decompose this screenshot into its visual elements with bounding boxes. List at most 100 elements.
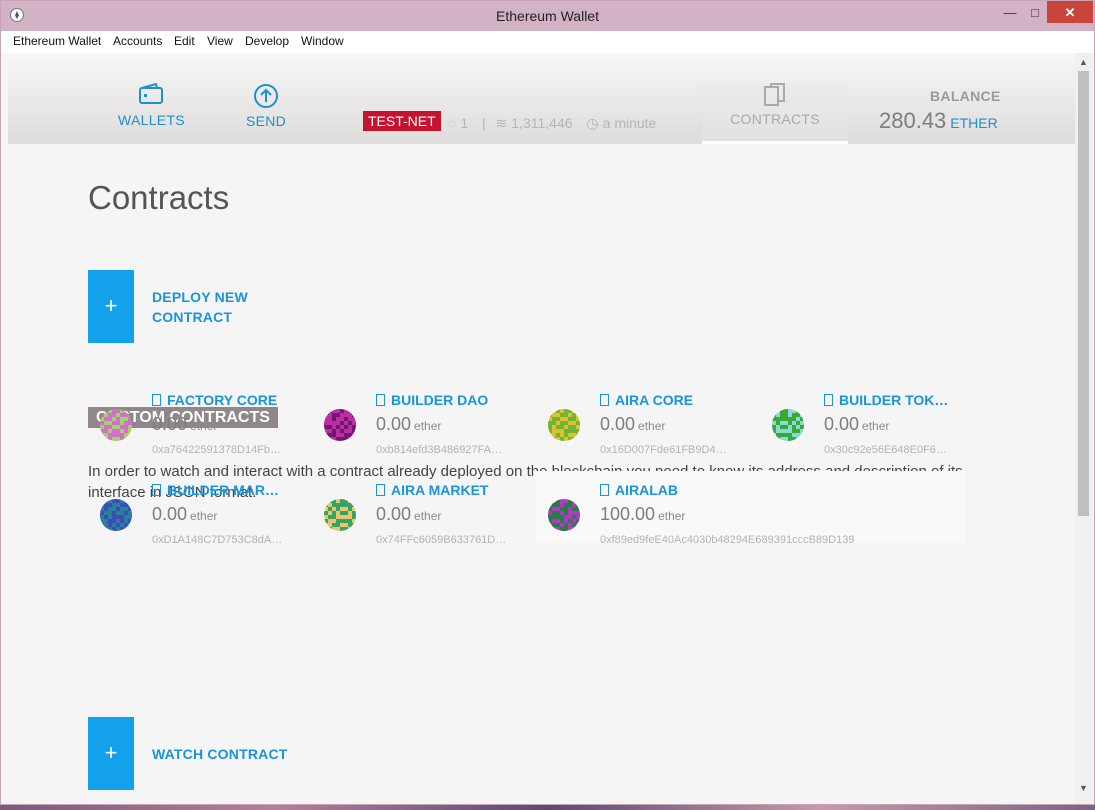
document-icon xyxy=(152,484,161,496)
block-icon: ≋ xyxy=(495,115,508,131)
contract-name-text: BUILDER DAO xyxy=(391,392,489,408)
menu-edit[interactable]: Edit xyxy=(174,34,195,48)
document-icon xyxy=(376,394,385,406)
contract-balance-value: 0.00 xyxy=(376,504,412,524)
contract-card[interactable]: FACTORY CORE 0.00 ether 0xa76422591378D14Fb… xyxy=(88,381,308,456)
desktop-background-strip xyxy=(0,805,1095,810)
contract-name[interactable]: BUILDER MAR… xyxy=(152,482,279,498)
contract-card[interactable]: BUILDER MAR… 0.00 ether 0xD1A148C7D753C8dA… xyxy=(88,471,308,546)
document-icon xyxy=(824,394,833,406)
peers-icon: ◌ xyxy=(448,115,457,131)
contract-name[interactable]: AIRA CORE xyxy=(600,392,693,408)
stats-separator: | xyxy=(482,115,486,131)
contract-balance-unit: ether xyxy=(414,419,442,433)
contract-balance: 0.00 ether xyxy=(376,414,441,435)
scroll-up-arrow-icon[interactable]: ▲ xyxy=(1079,57,1088,67)
contract-balance-unit: ether xyxy=(414,509,442,523)
close-button[interactable]: ✕ xyxy=(1047,1,1093,23)
maximize-button[interactable]: □ xyxy=(1022,1,1048,23)
document-icon xyxy=(600,394,609,406)
contract-balance-unit: ether xyxy=(862,419,890,433)
contract-address: 0xD1A148C7D753C8dA… xyxy=(152,534,283,546)
contract-balance-value: 0.00 xyxy=(152,414,188,434)
balance-unit: ETHER xyxy=(950,115,998,131)
contract-card[interactable]: AIRALAB 100.00 ether 0xf89ed9feE40Ac4030b48… xyxy=(536,471,966,546)
contract-address: 0xf89ed9feE40Ac4030b48294E689391cccB89D1… xyxy=(600,534,855,546)
tab-wallets[interactable]: WALLETS xyxy=(118,82,185,128)
wallet-icon xyxy=(139,82,163,104)
contract-balance-unit: ether xyxy=(638,419,666,433)
contract-name[interactable]: FACTORY CORE xyxy=(152,392,277,408)
document-icon xyxy=(152,394,161,406)
contract-address: 0x30c92e56E648E0F6… xyxy=(824,444,947,456)
contract-identicon-icon xyxy=(548,499,580,531)
block-number: 1,311,446 xyxy=(511,115,573,131)
deploy-label-line1: DEPLOY NEW xyxy=(152,289,248,305)
contract-card[interactable]: BUILDER DAO 0.00 ether 0xb814efd3B486927FA… xyxy=(312,381,532,456)
balance-display: 280.43 ETHER xyxy=(879,108,998,134)
contract-balance: 0.00 ether xyxy=(152,504,217,525)
contract-identicon-icon xyxy=(324,409,356,441)
menu-accounts[interactable]: Accounts xyxy=(113,34,162,48)
contract-balance-unit: ether xyxy=(190,419,218,433)
contract-balance-value: 100.00 xyxy=(600,504,656,524)
network-stats: ◌ 1 | ≋ 1,311,446 ◷ a minute xyxy=(448,115,660,132)
contract-name[interactable]: AIRALAB xyxy=(600,482,678,498)
contract-name-text: AIRALAB xyxy=(615,482,678,498)
menu-ethereum-wallet[interactable]: Ethereum Wallet xyxy=(13,34,101,48)
contract-address: 0x16D007Fde61FB9D4… xyxy=(600,444,727,456)
contract-balance-value: 0.00 xyxy=(376,414,412,434)
scrollbar-thumb[interactable] xyxy=(1078,71,1089,516)
contract-balance-value: 0.00 xyxy=(824,414,860,434)
menu-develop[interactable]: Develop xyxy=(245,34,289,48)
deploy-plus-button[interactable]: + xyxy=(88,270,134,343)
menu-window[interactable]: Window xyxy=(301,34,344,48)
watch-contract-link[interactable]: WATCH CONTRACT xyxy=(152,744,288,764)
title-bar: Ethereum Wallet — □ ✕ xyxy=(1,1,1094,31)
contracts-icon xyxy=(764,83,785,106)
contract-name[interactable]: AIRA MARKET xyxy=(376,482,488,498)
balance-label: BALANCE xyxy=(930,88,1001,104)
contract-card[interactable]: AIRA CORE 0.00 ether 0x16D007Fde61FB9D4… xyxy=(536,381,756,456)
contract-identicon-icon xyxy=(548,409,580,441)
tab-send[interactable]: SEND xyxy=(238,83,294,129)
tab-contracts[interactable]: CONTRACTS xyxy=(702,83,848,144)
network-badge: TEST-NET xyxy=(363,111,441,131)
contract-address: 0x74FFc6059B633761D… xyxy=(376,534,507,546)
vertical-scrollbar[interactable]: ▲ ▼ xyxy=(1075,53,1093,804)
contract-balance: 0.00 ether xyxy=(600,414,665,435)
app-window: Ethereum Wallet — □ ✕ Ethereum Wallet Ac… xyxy=(0,0,1095,805)
minimize-button[interactable]: — xyxy=(997,1,1023,23)
contract-name-text: BUILDER MAR… xyxy=(167,482,279,498)
tab-wallets-label: WALLETS xyxy=(118,112,185,128)
contract-card[interactable]: AIRA MARKET 0.00 ether 0x74FFc6059B633761D… xyxy=(312,471,532,546)
watch-plus-button[interactable]: + xyxy=(88,717,134,790)
contract-name-text: AIRA CORE xyxy=(615,392,694,408)
deploy-new-contract-link[interactable]: DEPLOY NEW CONTRACT xyxy=(152,287,248,327)
peer-count: 1 xyxy=(460,115,469,131)
contract-name[interactable]: BUILDER DAO xyxy=(376,392,488,408)
contract-name-text: FACTORY CORE xyxy=(167,392,278,408)
menu-view[interactable]: View xyxy=(207,34,233,48)
contract-balance-unit: ether xyxy=(658,509,686,523)
contract-balance-unit: ether xyxy=(190,509,218,523)
tab-contracts-label: CONTRACTS xyxy=(730,111,820,127)
contract-balance-value: 0.00 xyxy=(152,504,188,524)
contract-card[interactable]: BUILDER TOK… 0.00 ether 0x30c92e56E648E0F6… xyxy=(760,381,980,456)
window-title: Ethereum Wallet xyxy=(496,8,599,24)
contract-address: 0xa76422591378D14Fb… xyxy=(152,444,282,456)
balance-amount: 280.43 xyxy=(879,108,947,133)
document-icon xyxy=(600,484,609,496)
contract-name-text: BUILDER TOK… xyxy=(839,392,949,408)
last-block-time: a minute xyxy=(602,115,657,131)
contract-name[interactable]: BUILDER TOK… xyxy=(824,392,948,408)
contract-identicon-icon xyxy=(772,409,804,441)
send-arrow-icon xyxy=(254,84,278,108)
scroll-down-arrow-icon[interactable]: ▼ xyxy=(1079,783,1088,793)
contract-name-text: AIRA MARKET xyxy=(391,482,489,498)
contract-address: 0xb814efd3B486927FA… xyxy=(376,444,502,456)
contract-balance-value: 0.00 xyxy=(600,414,636,434)
app-header: WALLETS SEND TEST-NET ◌ 1 | ≋ 1,311,446 ◷ a… xyxy=(8,53,1075,144)
contract-balance: 0.00 ether xyxy=(824,414,889,435)
tab-send-label: SEND xyxy=(245,113,287,129)
